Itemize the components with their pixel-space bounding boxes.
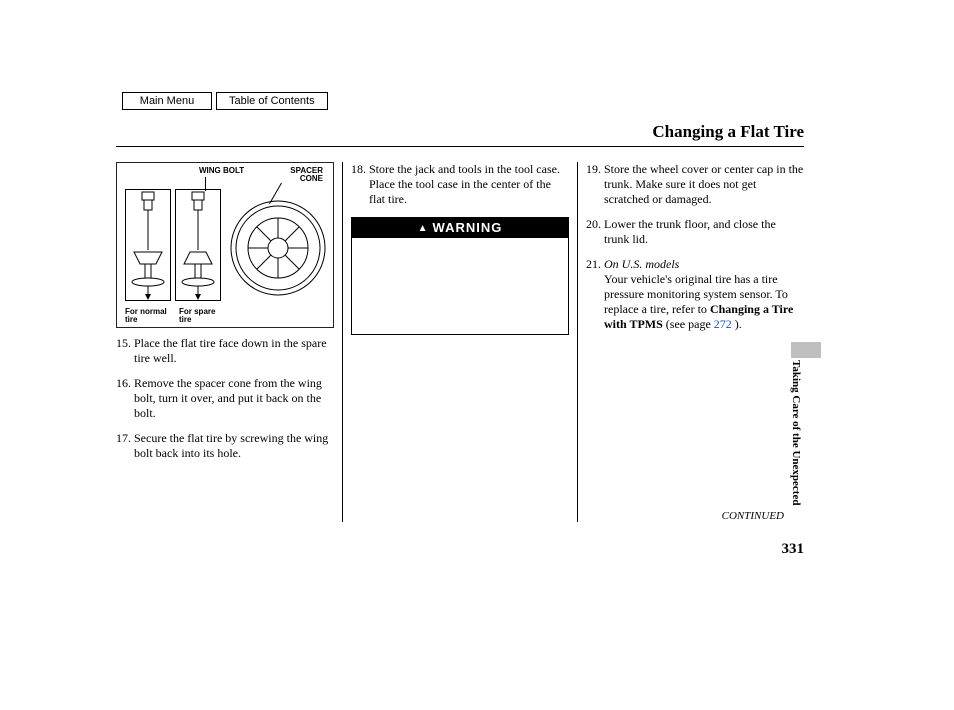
column-separator — [342, 162, 343, 522]
toc-button[interactable]: Table of Contents — [216, 92, 328, 110]
content-columns: WING BOLT SPACER CONE — [116, 162, 804, 522]
nav-bar: Main Menu Table of Contents — [122, 92, 328, 110]
main-menu-button[interactable]: Main Menu — [122, 92, 212, 110]
model-note: On U.S. models — [604, 257, 679, 271]
column-3: 19. Store the wheel cover or center cap … — [586, 162, 804, 522]
step-21-text-b: (see page — [663, 317, 714, 331]
step-21-text-c: ). — [732, 317, 742, 331]
step-number: 20. — [586, 217, 604, 247]
column-2: 18. Store the jack and tools in the tool… — [351, 162, 569, 522]
step-number: 21. — [586, 257, 604, 332]
step-17: 17. Secure the flat tire by screwing the… — [116, 431, 334, 461]
page-link-272[interactable]: 272 — [714, 317, 732, 331]
step-19: 19. Store the wheel cover or center cap … — [586, 162, 804, 207]
step-number: 17. — [116, 431, 134, 461]
step-text: Store the wheel cover or center cap in t… — [604, 162, 804, 207]
step-text: On U.S. models Your vehicle's original t… — [604, 257, 804, 332]
warning-header: WARNING — [352, 218, 568, 238]
step-number: 18. — [351, 162, 369, 207]
page-number: 331 — [782, 541, 805, 558]
title-rule — [116, 146, 804, 147]
section-name: Taking Care of the Unexpected — [790, 360, 802, 505]
step-number: 15. — [116, 336, 134, 366]
step-text: Secure the flat tire by screwing the win… — [134, 431, 334, 461]
label-spacer-cone: SPACER CONE — [290, 167, 323, 184]
step-number: 19. — [586, 162, 604, 207]
step-text: Remove the spacer cone from the wing bol… — [134, 376, 334, 421]
step-18: 18. Store the jack and tools in the tool… — [351, 162, 569, 207]
step-16: 16. Remove the spacer cone from the wing… — [116, 376, 334, 421]
label-for-normal: For normal tire — [125, 308, 175, 325]
step-21: 21. On U.S. models Your vehicle's origin… — [586, 257, 804, 332]
step-15: 15. Place the flat tire face down in the… — [116, 336, 334, 366]
step-text: Lower the trunk floor, and close the tru… — [604, 217, 804, 247]
label-for-spare: For spare tire — [179, 308, 224, 325]
column-1: WING BOLT SPACER CONE — [116, 162, 334, 522]
column-separator — [577, 162, 578, 522]
step-text: Place the flat tire face down in the spa… — [134, 336, 334, 366]
tire-illustration — [229, 199, 327, 297]
label-wing-bolt: WING BOLT — [199, 167, 244, 175]
warning-box: WARNING — [351, 217, 569, 335]
bolt-panel-spare — [175, 189, 221, 301]
diagram: WING BOLT SPACER CONE — [116, 162, 334, 328]
page-title: Changing a Flat Tire — [652, 122, 804, 142]
step-20: 20. Lower the trunk floor, and close the… — [586, 217, 804, 247]
step-text: Store the jack and tools in the tool cas… — [369, 162, 569, 207]
section-tab — [791, 342, 821, 358]
step-number: 16. — [116, 376, 134, 421]
continued-label: CONTINUED — [722, 510, 784, 522]
bolt-panel-normal — [125, 189, 171, 301]
